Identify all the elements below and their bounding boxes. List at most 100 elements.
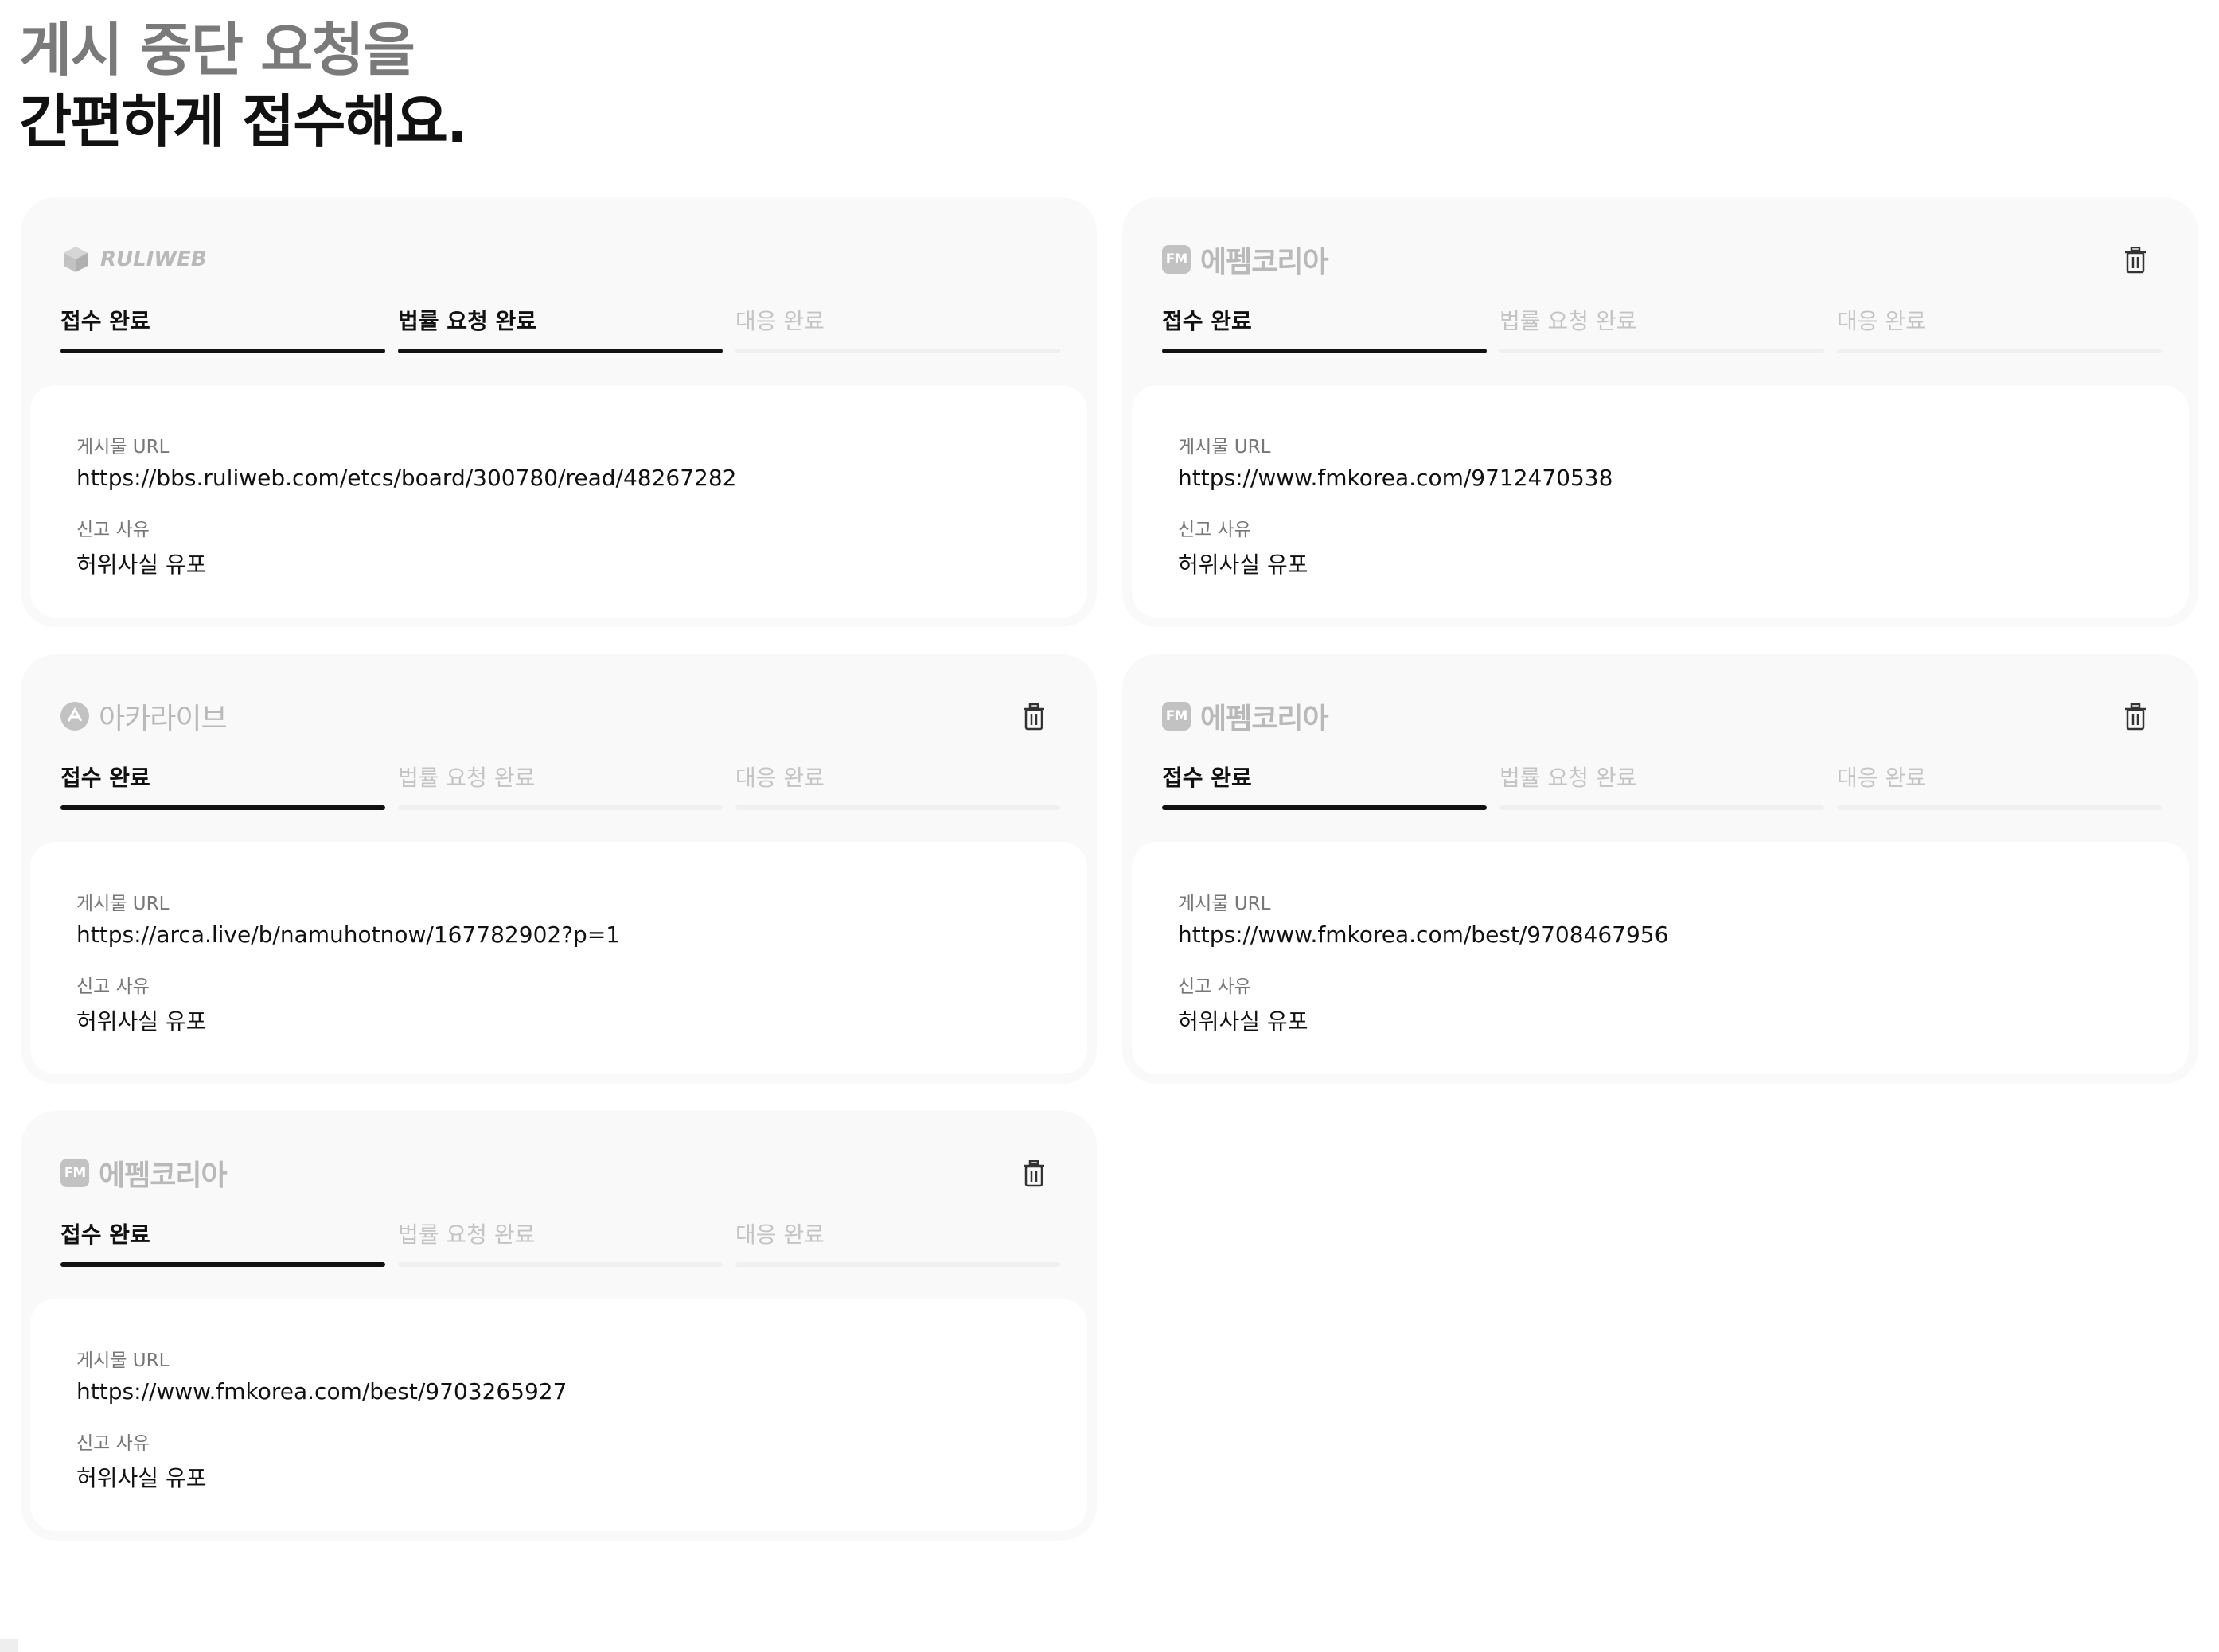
url-label: 게시물 URL xyxy=(76,894,170,914)
step-bar xyxy=(60,805,385,810)
site-name: 에펨코리아 xyxy=(99,1159,228,1192)
step-label: 법률 요청 완료 xyxy=(398,308,537,334)
step-bar xyxy=(1162,349,1487,353)
url-label: 게시물 URL xyxy=(1178,894,1271,914)
card-details: 게시물 URL https://www.fmkorea.com/best/970… xyxy=(30,1299,1087,1531)
report-reason: 허위사실 유포 xyxy=(1178,551,1308,578)
step-bar xyxy=(1162,805,1487,810)
fm-badge-icon: FM xyxy=(60,1159,89,1187)
step-label: 법률 요청 완료 xyxy=(398,1221,536,1248)
progress-steps: 접수 완료 법률 요청 완료 대응 완료 xyxy=(60,1219,1060,1267)
report-reason: 허위사실 유포 xyxy=(1178,1008,1308,1034)
arca-live-icon xyxy=(60,702,89,731)
step-response: 대응 완료 xyxy=(1837,762,2162,810)
step-received: 접수 완료 xyxy=(60,1219,385,1267)
site-logo: FM 에펨코리아 xyxy=(1162,239,1329,280)
step-label: 법률 요청 완료 xyxy=(1499,308,1637,334)
takedown-card: 아카라이브 접수 완료 법률 요청 완료 대응 완료 게시물 URL https… xyxy=(21,654,1097,1084)
corner-marker xyxy=(0,1639,18,1652)
report-reason: 허위사실 유포 xyxy=(76,1465,207,1491)
card-details: 게시물 URL https://www.fmkorea.com/97124705… xyxy=(1132,385,2189,618)
site-logo: FM 에펨코리아 xyxy=(60,1152,228,1194)
site-logo: 아카라이브 xyxy=(60,695,228,737)
step-bar xyxy=(735,805,1060,810)
page-headline: 게시 중단 요청을 간편하게 접수해요. xyxy=(19,14,468,158)
step-response: 대응 완료 xyxy=(735,306,1060,353)
step-label: 대응 완료 xyxy=(1837,308,1926,334)
step-label: 접수 완료 xyxy=(60,765,150,791)
step-label: 대응 완료 xyxy=(1837,765,1926,791)
step-response: 대응 완료 xyxy=(735,762,1060,810)
fm-badge-icon: FM xyxy=(1162,245,1191,274)
card-details: 게시물 URL https://bbs.ruliweb.com/etcs/boa… xyxy=(30,385,1087,618)
step-legal-request: 법률 요청 완료 xyxy=(398,306,723,353)
trash-icon[interactable] xyxy=(2123,247,2147,274)
step-bar xyxy=(398,1262,723,1267)
url-label: 게시물 URL xyxy=(76,1350,170,1371)
step-bar xyxy=(1837,805,2162,810)
progress-steps: 접수 완료 법률 요청 완료 대응 완료 xyxy=(60,762,1060,810)
reason-label: 신고 사유 xyxy=(1178,976,1251,997)
report-reason: 허위사실 유포 xyxy=(76,1008,207,1034)
reason-label: 신고 사유 xyxy=(76,976,150,997)
step-label: 접수 완료 xyxy=(1162,308,1252,334)
step-received: 접수 완료 xyxy=(1162,306,1487,353)
url-label: 게시물 URL xyxy=(76,437,170,458)
report-reason: 허위사실 유포 xyxy=(76,551,207,578)
step-legal-request: 법률 요청 완료 xyxy=(398,762,723,810)
headline-line-2: 간편하게 접수해요. xyxy=(19,88,468,155)
step-received: 접수 완료 xyxy=(60,762,385,810)
takedown-card: FM 에펨코리아 접수 완료 법률 요청 완료 대응 완료 게시물 URL ht… xyxy=(21,1111,1097,1541)
step-bar xyxy=(398,349,723,353)
post-url: https://bbs.ruliweb.com/etcs/board/30078… xyxy=(76,465,737,491)
step-label: 접수 완료 xyxy=(1162,765,1252,791)
progress-steps: 접수 완료 법률 요청 완료 대응 완료 xyxy=(1162,762,2162,810)
card-details: 게시물 URL https://arca.live/b/namuhotnow/1… xyxy=(30,842,1087,1074)
headline-line-1: 게시 중단 요청을 xyxy=(19,17,415,84)
step-legal-request: 법률 요청 완료 xyxy=(1499,762,1824,810)
takedown-card: FM 에펨코리아 접수 완료 법률 요청 완료 대응 완료 게시물 URL ht… xyxy=(1122,654,2198,1084)
step-bar xyxy=(1499,805,1824,810)
step-bar xyxy=(60,349,385,353)
site-logo: FM 에펨코리아 xyxy=(1162,695,1329,737)
takedown-card: FM 에펨코리아 접수 완료 법률 요청 완료 대응 완료 게시물 URL ht… xyxy=(1122,197,2198,627)
site-name: 에펨코리아 xyxy=(1200,246,1329,279)
step-bar xyxy=(1837,349,2162,353)
takedown-card: RULIWEB 접수 완료 법률 요청 완료 대응 완료 게시물 URL htt… xyxy=(21,197,1097,627)
post-url: https://www.fmkorea.com/best/9708467956 xyxy=(1178,921,1669,948)
step-response: 대응 완료 xyxy=(1837,306,2162,353)
card-details: 게시물 URL https://www.fmkorea.com/best/970… xyxy=(1132,842,2189,1074)
post-url: https://arca.live/b/namuhotnow/167782902… xyxy=(76,921,621,948)
step-label: 법률 요청 완료 xyxy=(398,765,536,791)
step-received: 접수 완료 xyxy=(60,306,385,353)
trash-icon[interactable] xyxy=(1022,703,1046,731)
step-label: 대응 완료 xyxy=(735,765,825,791)
step-label: 접수 완료 xyxy=(60,308,150,334)
step-label: 접수 완료 xyxy=(60,1221,150,1248)
ruliweb-cube-icon xyxy=(60,244,91,275)
post-url: https://www.fmkorea.com/best/9703265927 xyxy=(76,1378,567,1405)
step-label: 대응 완료 xyxy=(735,308,825,334)
trash-icon[interactable] xyxy=(1022,1160,1046,1187)
post-url: https://www.fmkorea.com/9712470538 xyxy=(1178,465,1613,491)
progress-steps: 접수 완료 법률 요청 완료 대응 완료 xyxy=(60,306,1060,353)
step-label: 법률 요청 완료 xyxy=(1499,765,1637,791)
site-name: 에펨코리아 xyxy=(1200,703,1329,735)
step-received: 접수 완료 xyxy=(1162,762,1487,810)
reason-label: 신고 사유 xyxy=(1178,520,1251,540)
reason-label: 신고 사유 xyxy=(76,1433,150,1454)
step-bar xyxy=(735,1262,1060,1267)
progress-steps: 접수 완료 법률 요청 완료 대응 완료 xyxy=(1162,306,2162,353)
trash-icon[interactable] xyxy=(2123,703,2147,731)
step-bar xyxy=(1499,349,1824,353)
site-logo: RULIWEB xyxy=(60,239,207,280)
step-bar xyxy=(60,1262,385,1267)
reason-label: 신고 사유 xyxy=(76,520,150,540)
site-name: 아카라이브 xyxy=(99,703,228,735)
step-legal-request: 법률 요청 완료 xyxy=(398,1219,723,1267)
step-response: 대응 완료 xyxy=(735,1219,1060,1267)
url-label: 게시물 URL xyxy=(1178,437,1271,458)
step-bar xyxy=(735,349,1060,353)
step-label: 대응 완료 xyxy=(735,1221,825,1248)
site-name: RULIWEB xyxy=(100,247,207,271)
